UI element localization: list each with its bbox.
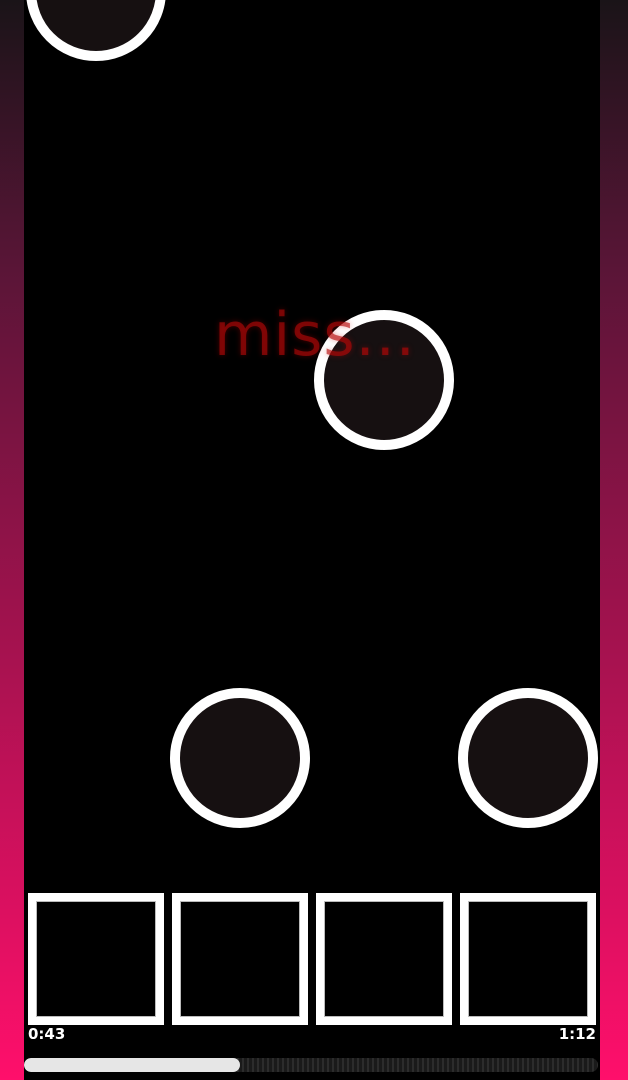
falling-note (314, 310, 454, 450)
total-time: 1:12 (558, 1025, 596, 1043)
elapsed-time: 0:43 (28, 1025, 66, 1043)
falling-note (170, 688, 310, 828)
lane-key-4[interactable] (460, 893, 596, 1025)
playfield[interactable]: miss... 0:43 1:12 (24, 0, 600, 1080)
left-gradient-border (0, 0, 24, 1080)
game-screen: miss... 0:43 1:12 (0, 0, 628, 1080)
progress-bar[interactable] (24, 1058, 598, 1072)
progress-fill (24, 1058, 240, 1072)
lane-key-3[interactable] (316, 893, 452, 1025)
lane-key-2[interactable] (172, 893, 308, 1025)
falling-note (26, 0, 166, 61)
lane-key-1[interactable] (28, 893, 164, 1025)
right-gradient-border (600, 0, 628, 1080)
falling-note (458, 688, 598, 828)
